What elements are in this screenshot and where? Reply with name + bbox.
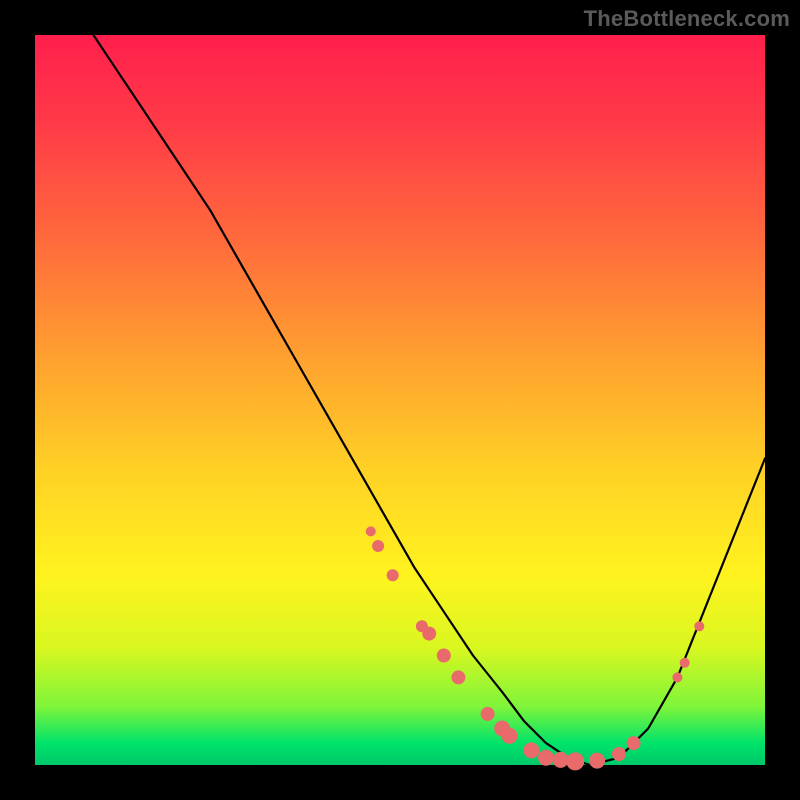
- data-marker: [523, 742, 539, 758]
- watermark-text: TheBottleneck.com: [584, 6, 790, 32]
- chart-stage: TheBottleneck.com: [0, 0, 800, 800]
- marker-layer: [366, 526, 705, 770]
- data-marker: [612, 747, 626, 761]
- curve-svg: [35, 35, 765, 765]
- data-marker: [538, 750, 554, 766]
- data-marker: [694, 621, 704, 631]
- data-marker: [437, 649, 451, 663]
- data-marker: [589, 753, 605, 769]
- data-marker: [502, 728, 518, 744]
- data-marker: [627, 736, 641, 750]
- data-marker: [680, 658, 690, 668]
- data-marker: [372, 540, 384, 552]
- data-marker: [553, 752, 569, 768]
- bottleneck-curve: [93, 35, 765, 765]
- data-marker: [566, 752, 584, 770]
- data-marker: [481, 707, 495, 721]
- plot-area: [35, 35, 765, 765]
- data-marker: [422, 627, 436, 641]
- data-marker: [366, 526, 376, 536]
- data-marker: [672, 672, 682, 682]
- data-marker: [387, 569, 399, 581]
- data-marker: [451, 670, 465, 684]
